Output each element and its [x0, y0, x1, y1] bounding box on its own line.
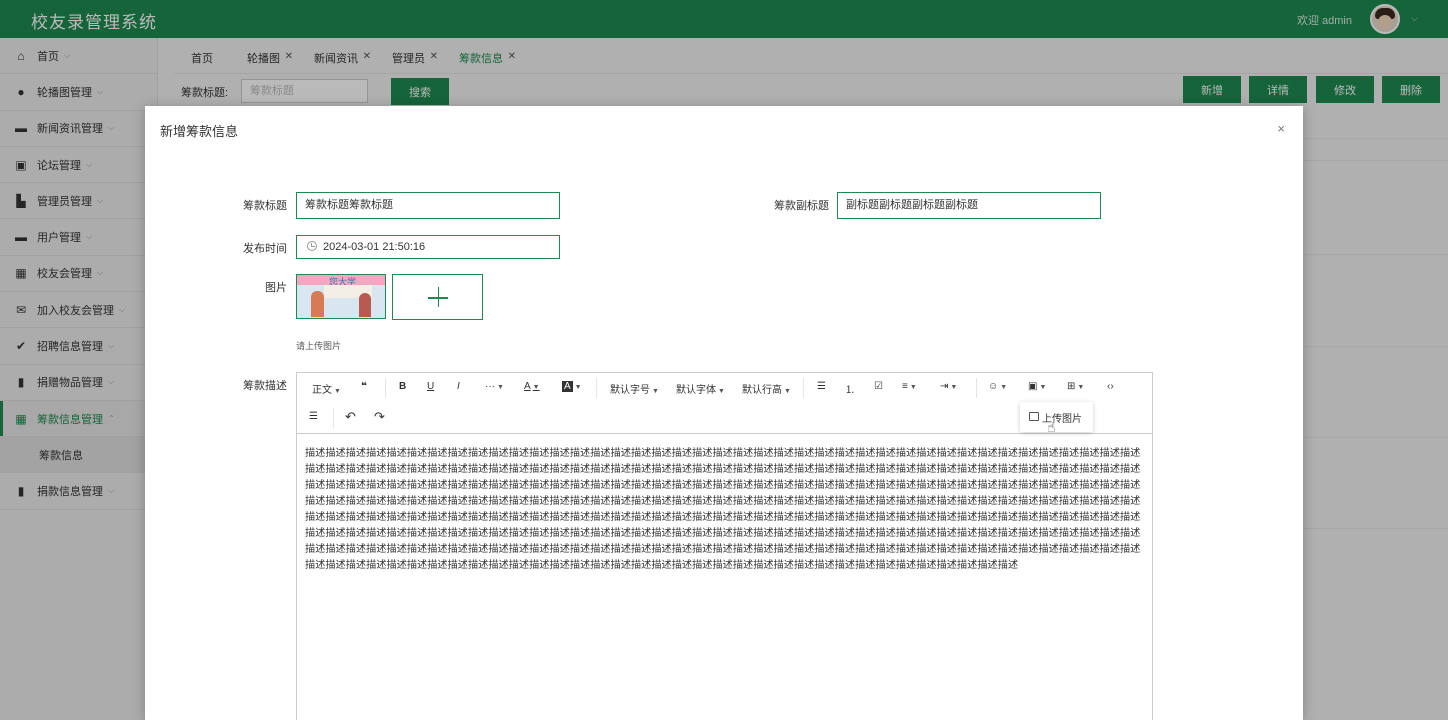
- title-label: 筹款标题: [243, 200, 287, 212]
- dropdown-icon: ▼: [909, 384, 917, 391]
- title-field[interactable]: 筹款标题筹款标题: [296, 192, 560, 219]
- clock-icon: [307, 241, 317, 251]
- image-label: 图片: [265, 282, 287, 294]
- hand-cursor-icon: ☝: [1047, 419, 1056, 435]
- dialog-title: 新增筹款信息: [160, 124, 239, 139]
- dropdown-icon: ▼: [784, 388, 791, 395]
- editor-toolbar: 正文 ▼ ❝ B U I ··· ▼ A ▼ A ▼ 默认字号 ▼ 默认字体 ▼ 默认行高 ▼…: [297, 373, 1152, 403]
- dropdown-icon: ▼: [497, 384, 504, 391]
- image-icon[interactable]: ▣ ▼: [1028, 381, 1046, 392]
- publish-time-label: 发布时间: [243, 243, 287, 255]
- publish-time-value: 2024-03-01 21:50:16: [323, 241, 426, 253]
- bold-icon[interactable]: B: [399, 381, 406, 392]
- table-icon[interactable]: ⊞ ▼: [1067, 381, 1084, 392]
- font-size-label: 默认字号: [610, 385, 650, 396]
- underline-icon[interactable]: U: [427, 381, 434, 392]
- toolbar-separator: [976, 378, 977, 398]
- description-label: 筹款描述: [243, 380, 287, 392]
- code-icon[interactable]: ‹›: [1107, 381, 1114, 392]
- upload-image-button[interactable]: [392, 274, 483, 320]
- thumb-person: [311, 291, 324, 317]
- dropdown-icon: ▼: [574, 384, 582, 391]
- font-color-icon[interactable]: A ▼: [524, 381, 540, 392]
- more-label: ···: [485, 381, 495, 392]
- line-height-label: 默认行高: [742, 385, 782, 396]
- todo-icon[interactable]: ☑: [874, 381, 883, 392]
- subtitle-label: 筹款副标题: [774, 200, 829, 212]
- toolbar-separator: [596, 378, 597, 398]
- font-color-label: A: [524, 381, 531, 392]
- dropdown-icon: ▼: [532, 384, 540, 391]
- thumb-person: [359, 293, 371, 317]
- upload-image-menu-item[interactable]: 上传图片: [1020, 402, 1093, 432]
- heading-select[interactable]: 正文 ▼: [312, 381, 341, 396]
- dropdown-icon: ▼: [334, 388, 341, 395]
- table-label: ⊞: [1067, 381, 1076, 392]
- dropdown-icon: ▼: [1039, 384, 1047, 391]
- redo-icon[interactable]: ↷: [374, 409, 385, 425]
- toolbar-separator: [803, 378, 804, 398]
- publish-time-field[interactable]: 2024-03-01 21:50:16: [296, 235, 560, 259]
- font-family-select[interactable]: 默认字体 ▼: [676, 381, 725, 396]
- editor-content[interactable]: 描述描述描述描述描述描述描述描述描述描述描述描述描述描述描述描述描述描述描述描述…: [305, 446, 1143, 574]
- upload-hint: 请上传图片: [296, 341, 342, 351]
- indent-icon[interactable]: ⇥ ▼: [940, 381, 957, 392]
- uploaded-image-thumbnail[interactable]: 您大学: [296, 274, 386, 319]
- numbered-list-icon[interactable]: ⒈: [845, 381, 855, 396]
- bullet-list-icon[interactable]: ☰: [817, 381, 826, 392]
- font-family-label: 默认字体: [676, 385, 716, 396]
- dropdown-icon: ▼: [1077, 384, 1085, 391]
- line-height-select[interactable]: 默认行高 ▼: [742, 381, 791, 396]
- heading-label: 正文: [312, 385, 332, 396]
- more-styles-icon[interactable]: ··· ▼: [485, 381, 504, 392]
- close-icon[interactable]: ×: [1277, 121, 1285, 136]
- emoji-icon[interactable]: ☺ ▼: [988, 381, 1007, 392]
- emoji-label: ☺: [988, 381, 999, 392]
- dropdown-icon: ▼: [652, 388, 659, 395]
- plus-icon: [437, 287, 439, 307]
- bg-color-label: A: [562, 381, 573, 392]
- indent-label: ⇥: [940, 381, 949, 392]
- toolbar-separator: [333, 408, 334, 428]
- toolbar-separator: [385, 378, 386, 398]
- dropdown-icon: ▼: [718, 388, 725, 395]
- italic-icon[interactable]: I: [457, 381, 460, 392]
- undo-icon[interactable]: ↶: [345, 409, 356, 425]
- divider-icon[interactable]: ☰: [309, 411, 318, 422]
- align-label: ≡: [902, 381, 908, 392]
- align-icon[interactable]: ≡ ▼: [902, 381, 917, 392]
- image-label: ▣: [1028, 381, 1038, 392]
- background-color-icon[interactable]: A ▼: [562, 381, 582, 392]
- add-fundraising-dialog: 新增筹款信息 × 筹款标题 筹款标题筹款标题 筹款副标题 副标题副标题副标题副标…: [145, 106, 1303, 720]
- dropdown-icon: ▼: [1000, 384, 1008, 391]
- dropdown-icon: ▼: [950, 384, 958, 391]
- font-size-select[interactable]: 默认字号 ▼: [610, 381, 659, 396]
- image-upload-icon: [1029, 412, 1039, 421]
- quote-icon[interactable]: ❝: [361, 381, 367, 392]
- subtitle-field[interactable]: 副标题副标题副标题副标题: [837, 192, 1101, 219]
